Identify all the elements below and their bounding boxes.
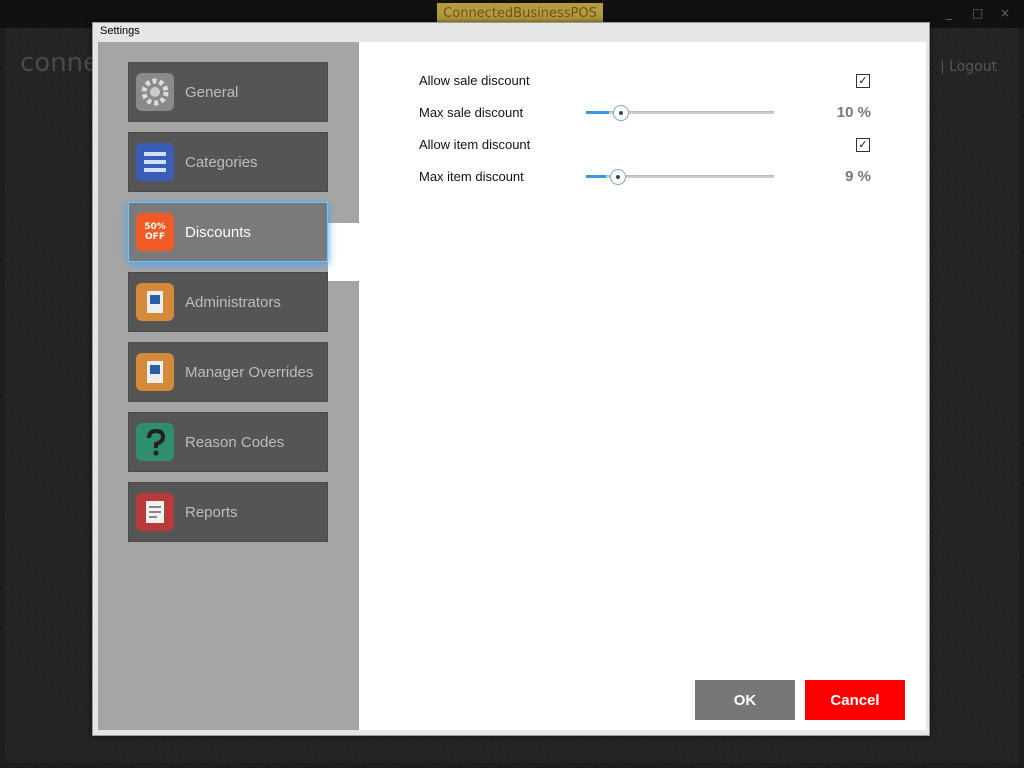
max-sale-discount-slider[interactable] bbox=[586, 105, 774, 121]
report-icon bbox=[136, 493, 174, 531]
allow-item-discount-checkbox[interactable]: ✓ bbox=[856, 138, 870, 152]
allow-sale-discount-label: Allow sale discount bbox=[419, 73, 530, 88]
question-mark-icon bbox=[136, 423, 174, 461]
sidebar-item-administrators[interactable]: Administrators bbox=[128, 272, 328, 332]
cancel-button[interactable]: Cancel bbox=[805, 680, 905, 720]
gear-icon bbox=[136, 73, 174, 111]
sidebar-item-label: Categories bbox=[185, 153, 258, 171]
settings-sidebar: General Categories 50% OFF Discounts Adm… bbox=[98, 42, 359, 730]
slider-fill bbox=[586, 111, 609, 114]
sidebar-item-label: Manager Overrides bbox=[185, 363, 314, 381]
max-item-discount-value: 9 % bbox=[845, 168, 871, 185]
id-badge-icon bbox=[136, 353, 174, 391]
max-item-discount-label: Max item discount bbox=[419, 169, 524, 184]
ok-button[interactable]: OK bbox=[695, 680, 795, 720]
allow-item-discount-label: Allow item discount bbox=[419, 137, 531, 152]
settings-dialog: Settings General Categories 50% OFF Disc… bbox=[92, 22, 930, 736]
max-item-discount-slider[interactable] bbox=[586, 169, 774, 185]
close-icon[interactable]: × bbox=[1000, 6, 1010, 20]
sidebar-item-label: Discounts bbox=[185, 223, 251, 241]
sidebar-item-reports[interactable]: Reports bbox=[128, 482, 328, 542]
max-sale-discount-value: 10 % bbox=[836, 104, 871, 121]
sidebar-item-label: Administrators bbox=[185, 293, 281, 311]
discount-settings-panel: Allow sale discount ✓ Max sale discount … bbox=[359, 42, 926, 730]
sidebar-item-discounts[interactable]: 50% OFF Discounts bbox=[128, 202, 328, 262]
discount-tag-icon: 50% OFF bbox=[136, 213, 174, 251]
slider-fill bbox=[586, 175, 606, 178]
app-logo: conne bbox=[20, 48, 100, 78]
sidebar-item-label: Reason Codes bbox=[185, 433, 285, 451]
list-icon bbox=[136, 143, 174, 181]
sidebar-item-general[interactable]: General bbox=[128, 62, 328, 122]
slider-thumb[interactable] bbox=[610, 169, 626, 185]
sidebar-item-manager-overrides[interactable]: Manager Overrides bbox=[128, 342, 328, 402]
active-tab-connector bbox=[328, 223, 359, 281]
id-badge-icon bbox=[136, 283, 174, 321]
sidebar-item-reason-codes[interactable]: Reason Codes bbox=[128, 412, 328, 472]
minimize-icon[interactable]: _ bbox=[946, 6, 952, 20]
logout-link[interactable]: | Logout bbox=[940, 59, 997, 75]
sidebar-item-label: General bbox=[185, 83, 239, 101]
sidebar-item-label: Reports bbox=[185, 503, 238, 521]
allow-sale-discount-checkbox[interactable]: ✓ bbox=[856, 74, 870, 88]
slider-thumb[interactable] bbox=[613, 105, 629, 121]
maximize-icon[interactable]: □ bbox=[972, 6, 983, 20]
dialog-title: Settings bbox=[100, 25, 140, 37]
max-sale-discount-label: Max sale discount bbox=[419, 105, 524, 120]
sidebar-item-categories[interactable]: Categories bbox=[128, 132, 328, 192]
